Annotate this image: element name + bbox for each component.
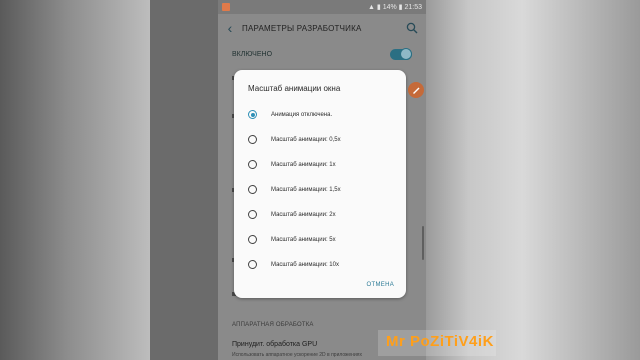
back-arrow-icon[interactable]: ‹ (218, 20, 242, 36)
section-header: АППАРАТНАЯ ОБРАБОТКА (232, 322, 314, 328)
page-title: ПАРАМЕТРЫ РАЗРАБОТЧИКА (242, 23, 362, 33)
radio-option[interactable]: Масштаб анимации: 1,5x (248, 177, 398, 202)
radio-option-label: Масштаб анимации: 2x (271, 211, 336, 218)
channel-watermark: Mr PoZiTiV4iK (386, 333, 494, 350)
dialog-title: Масштаб анимации окна (248, 84, 341, 93)
search-icon[interactable] (398, 14, 426, 42)
radio-option[interactable]: Масштаб анимации: 10x (248, 252, 398, 277)
radio-option[interactable]: Масштаб анимации: 5x (248, 227, 398, 252)
scrollbar[interactable] (422, 226, 424, 260)
radio-button[interactable] (248, 235, 257, 244)
cancel-button[interactable]: ОТМЕНА (367, 282, 394, 288)
radio-option[interactable]: Масштаб анимации: 2x (248, 202, 398, 227)
left-blurred-backdrop (0, 0, 150, 360)
right-blurred-backdrop (426, 0, 640, 360)
radio-option-label: Масштаб анимации: 10x (271, 261, 339, 268)
pencil-icon[interactable] (408, 82, 424, 98)
phone-screen: ▲ ▮ 14% ▮ 21:53 ‹ ПАРАМЕТРЫ РАЗРАБОТЧИКА… (218, 0, 426, 360)
battery-level: 14% (382, 4, 397, 11)
master-toggle-switch[interactable] (390, 47, 412, 60)
master-toggle-row[interactable]: ВКЛЮЧЕНО (218, 42, 426, 66)
radio-option[interactable]: Анимация отключена. (248, 102, 398, 127)
status-right: ▲ ▮ 14% ▮ 21:53 (368, 3, 422, 11)
notification-icon (222, 3, 230, 11)
status-bar: ▲ ▮ 14% ▮ 21:53 (218, 0, 426, 14)
gpu-setting-title[interactable]: Принудит. обработка GPU (232, 341, 317, 348)
radio-button[interactable] (248, 210, 257, 219)
top-bar: ‹ ПАРАМЕТРЫ РАЗРАБОТЧИКА (218, 14, 426, 42)
clock: 21:53 (404, 4, 422, 11)
radio-button-selected[interactable] (248, 110, 257, 119)
radio-button[interactable] (248, 160, 257, 169)
radio-option-label: Анимация отключена. (271, 111, 333, 118)
window-animation-scale-dialog: Масштаб анимации окна Анимация отключена… (234, 70, 406, 298)
radio-button[interactable] (248, 135, 257, 144)
radio-option-list: Анимация отключена. Масштаб анимации: 0,… (248, 102, 398, 277)
radio-option[interactable]: Масштаб анимации: 0,5x (248, 127, 398, 152)
battery-icon: ▮ (398, 4, 403, 11)
gpu-setting-subtitle: Использовать аппаратное ускорение 2D в п… (232, 352, 362, 358)
signal-icon: ▲ ▮ (368, 4, 381, 11)
radio-option[interactable]: Масштаб анимации: 1x (248, 152, 398, 177)
radio-option-label: Масштаб анимации: 5x (271, 236, 336, 243)
radio-button[interactable] (248, 185, 257, 194)
radio-option-label: Масштаб анимации: 1x (271, 161, 336, 168)
radio-option-label: Масштаб анимации: 1,5x (271, 186, 341, 193)
radio-option-label: Масштаб анимации: 0,5x (271, 136, 341, 143)
master-toggle-label: ВКЛЮЧЕНО (232, 50, 273, 58)
radio-button[interactable] (248, 260, 257, 269)
